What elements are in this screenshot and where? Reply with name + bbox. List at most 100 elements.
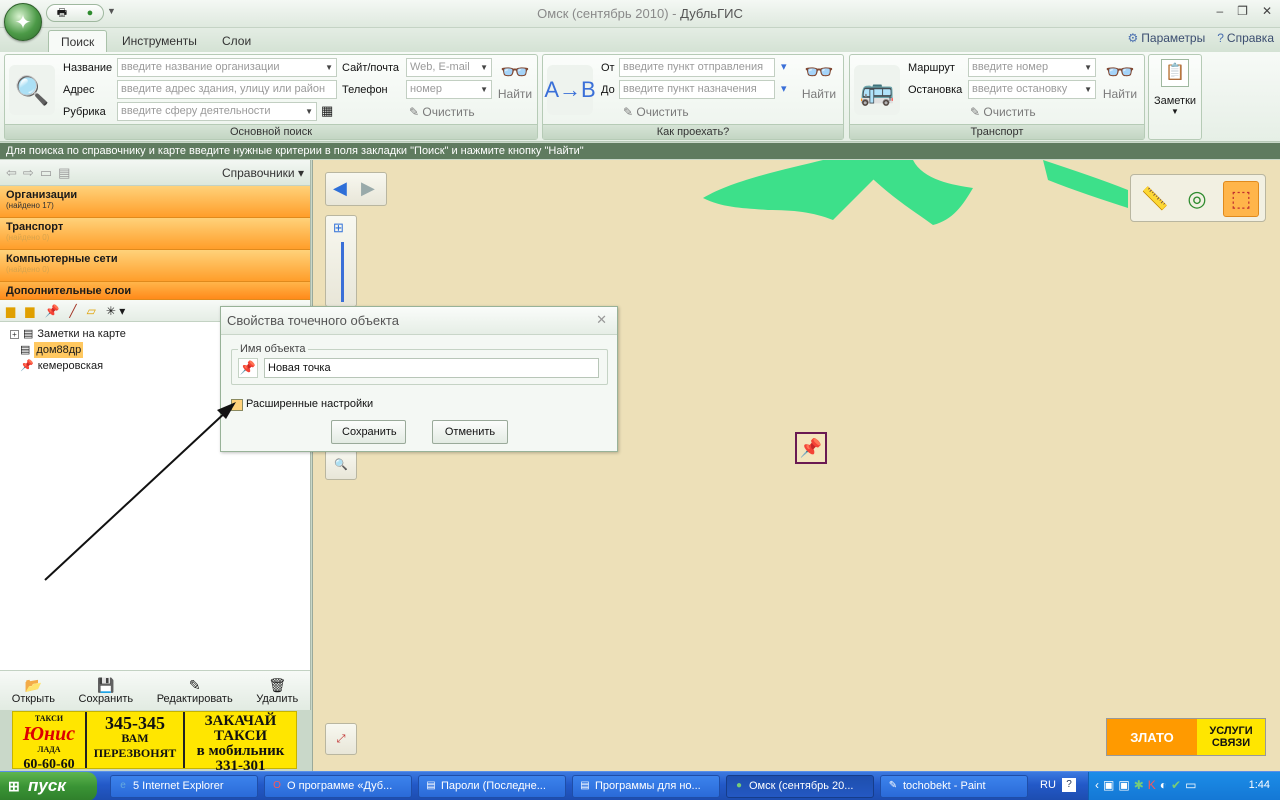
route-ab-icon: A→B (544, 65, 596, 115)
object-name-input[interactable]: Новая точка (264, 358, 599, 378)
name-input[interactable]: введите название организации ▼ (117, 58, 337, 77)
address-input[interactable]: введите адрес здания, улицу или район (117, 80, 337, 99)
pushpin-icon[interactable]: 📌 (44, 304, 59, 318)
display-icon[interactable]: ▭ (1185, 778, 1196, 792)
zoom-in-icon[interactable]: ⊞ (333, 220, 344, 236)
chevron-down-icon[interactable]: ▼ (1084, 59, 1092, 76)
notes-button[interactable]: 📋 Заметки ▼ (1148, 54, 1202, 140)
save-button[interactable]: Сохранить (331, 420, 406, 444)
print-icon[interactable]: ▭ (40, 165, 58, 180)
back-icon[interactable]: ⇦ (6, 165, 23, 180)
line-icon[interactable]: ╱ (69, 304, 76, 318)
zoom-track[interactable] (341, 242, 344, 302)
taskbar-item[interactable]: ✎ tochobekt - Paint (880, 775, 1028, 798)
edit-button[interactable]: ✎ Редактировать (157, 677, 233, 705)
back-icon[interactable]: ◀ (333, 178, 347, 199)
section-organizations[interactable]: Организации (найдено 17) (0, 186, 310, 218)
clear-button[interactable]: ✎ Очистить (623, 105, 689, 119)
taskbar-item[interactable]: ▤ Программы для но... (572, 775, 720, 798)
tab-layers[interactable]: Слои (210, 30, 263, 52)
clear-button[interactable]: ✎ Очистить (409, 105, 475, 119)
find-route-button[interactable]: 👓 Найти (799, 59, 839, 101)
clock[interactable]: 1:44 (1249, 779, 1270, 791)
tab-search[interactable]: Поиск (48, 30, 108, 52)
directories-dropdown[interactable]: Справочники ▾ (222, 166, 304, 180)
find-transport-button[interactable]: 👓 Найти (1100, 59, 1140, 101)
section-networks[interactable]: Компьютерные сети (найдено 0) (0, 250, 310, 282)
from-input[interactable]: введите пункт отправления (619, 58, 775, 77)
chevron-down-icon[interactable]: ▼ (1084, 81, 1092, 98)
check-icon[interactable]: ✔ (1171, 778, 1181, 792)
chevron-down-icon[interactable]: ▼ (305, 103, 313, 120)
map-view[interactable]: ◀ ▶ ⊞ 🔍 ⤢ 📏 ◎ ⬚ 📌 ЗЛАТО УСЛУГИ СВЯЗИ (312, 160, 1280, 771)
taskbar-item[interactable]: ▤ Пароли (Последне... (418, 775, 566, 798)
forward-icon[interactable]: ▶ (361, 178, 375, 199)
language-indicator[interactable]: RU (1040, 779, 1056, 791)
cancel-button[interactable]: Отменить (432, 420, 508, 444)
site-input[interactable]: Web, E-mail ▼ (406, 58, 492, 77)
map-ad-logo[interactable]: ЗЛАТО УСЛУГИ СВЯЗИ (1106, 718, 1266, 756)
parameters-link[interactable]: ⚙ Параметры (1128, 31, 1206, 45)
open-button[interactable]: 📂 Открыть (12, 677, 55, 705)
save-button[interactable]: 💾 Сохранить (79, 677, 134, 705)
folder-icon[interactable]: ▆ (6, 304, 15, 318)
chevron-down-icon[interactable]: ▼ (480, 59, 488, 76)
network-icon[interactable]: ▣ (1103, 778, 1114, 792)
folder-open-icon[interactable]: ▆ (25, 304, 34, 318)
clear-button[interactable]: ✎ Очистить (970, 105, 1036, 119)
minimize-icon[interactable]: – (1216, 4, 1223, 18)
antivirus-icon[interactable]: ✱ (1134, 778, 1144, 792)
network-icon[interactable]: ▣ (1118, 778, 1129, 792)
maximize-icon[interactable]: ❐ (1237, 4, 1248, 18)
phone-input[interactable]: номер ▼ (406, 80, 492, 99)
taskbar-item-active[interactable]: ● Омск (сентябрь 20... (726, 775, 874, 798)
ad-text: ЗАКАЧАЙ (204, 713, 277, 729)
start-button[interactable]: ⊞ пуск (0, 772, 97, 800)
delete-button[interactable]: 🗑 Удалить (256, 677, 298, 705)
taskbar-item[interactable]: e 5 Internet Explorer (110, 775, 258, 798)
expand-icon[interactable]: + (10, 329, 19, 339)
rubric-input[interactable]: введите сферу деятельности ▼ (117, 102, 317, 121)
help-link[interactable]: ? Справка (1217, 31, 1274, 45)
section-extra-layers[interactable]: Дополнительные слои (0, 282, 310, 300)
asterisk-icon[interactable]: ✳ ▾ (106, 304, 125, 318)
section-transport[interactable]: Транспорт (найдено 0) (0, 218, 310, 250)
forward-icon[interactable]: ⇨ (23, 165, 40, 180)
history-nav[interactable]: ⇦⇨▭▤ (6, 165, 76, 181)
close-icon[interactable]: ✕ (1262, 4, 1272, 18)
eraser-icon: ✎ (623, 105, 637, 119)
3d-view-icon[interactable]: ⬚ (1223, 181, 1259, 217)
zoom-tool-button[interactable]: 🔍 (325, 450, 357, 480)
ruler-icon[interactable]: 📏 (1137, 181, 1173, 217)
app-menu-button[interactable]: ✦ (4, 3, 42, 41)
parameters-label: Параметры (1141, 31, 1206, 45)
shield-icon[interactable]: ◐ (1160, 778, 1167, 792)
radar-icon[interactable]: ◎ (1179, 181, 1215, 217)
tab-tools[interactable]: Инструменты (110, 30, 209, 52)
fullscreen-button[interactable]: ⤢ (325, 723, 357, 755)
stop-input[interactable]: введите остановку ▼ (968, 80, 1096, 99)
pushpin-icon[interactable]: 📌 (238, 358, 258, 378)
collapse-tray-icon[interactable]: ‹ (1095, 778, 1099, 792)
advanced-settings-label[interactable]: Расширенные настройки (246, 398, 373, 410)
to-input[interactable]: введите пункт назначения (619, 80, 775, 99)
route-number-input[interactable]: введите номер ▼ (968, 58, 1096, 77)
chevron-down-icon[interactable]: ▼ (325, 59, 333, 76)
help-icon[interactable]: ? (1062, 778, 1076, 792)
section-count: (найдено 0) (6, 265, 50, 274)
find-button[interactable]: 👓 Найти (495, 59, 535, 101)
kaspersky-icon[interactable]: K (1148, 778, 1156, 792)
chevron-down-icon[interactable]: ▼ (480, 81, 488, 98)
ribbon-tabs: Поиск Инструменты Слои ⚙ Параметры ? Справ… (0, 28, 1280, 52)
document-icon[interactable]: ▤ (58, 165, 76, 180)
pick-on-map-icon[interactable]: ▾ (781, 82, 787, 95)
polygon-icon[interactable]: ▱ (87, 304, 96, 318)
map-pushpin-marker[interactable]: 📌 (795, 432, 827, 464)
pick-on-map-icon[interactable]: ▾ (781, 60, 787, 73)
close-icon[interactable]: ✕ (596, 312, 607, 328)
taskbar-item[interactable]: O О программе «Дуб... (264, 775, 412, 798)
zoom-slider[interactable]: ⊞ (325, 215, 357, 307)
rubricator-icon[interactable]: ▦ (321, 103, 333, 119)
advanced-settings-checkbox[interactable] (231, 399, 243, 411)
taxi-ad-banner[interactable]: ТАКСИ Юнис ЛАДА 60-60-60 345-345 ВАМ ПЕР… (12, 711, 297, 774)
